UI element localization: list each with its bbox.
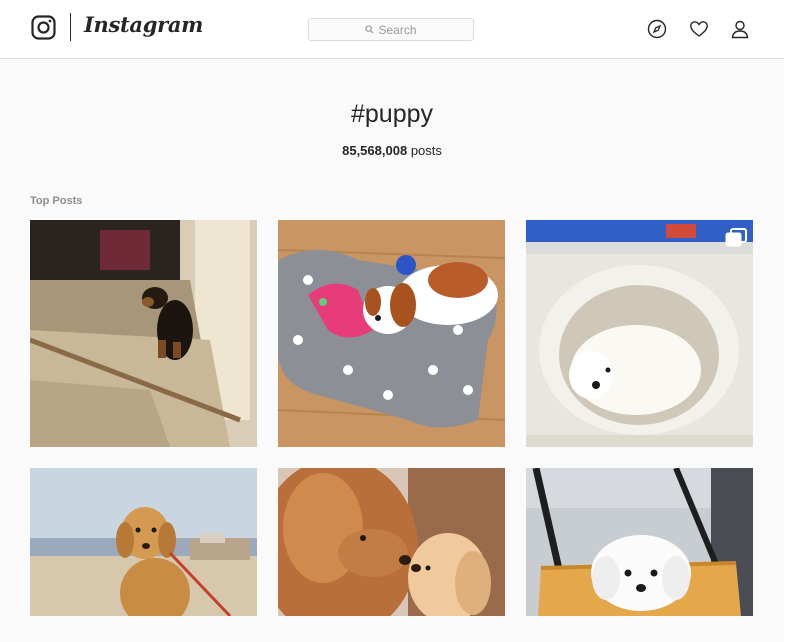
post-thumbnail[interactable] <box>526 468 753 616</box>
top-nav: Instagram Search <box>0 0 784 59</box>
instagram-camera-icon[interactable] <box>31 15 56 40</box>
post-thumbnail[interactable] <box>526 220 753 447</box>
post-thumbnail[interactable] <box>278 468 505 616</box>
window-edge <box>784 0 790 642</box>
post-count-suffix: posts <box>410 143 442 158</box>
post-thumbnail[interactable] <box>278 220 505 447</box>
heart-icon[interactable] <box>689 19 709 39</box>
instagram-wordmark[interactable]: Instagram <box>84 12 203 37</box>
top-posts-label: Top Posts <box>30 195 83 207</box>
multiple-photos-icon <box>725 228 747 247</box>
post-thumbnail[interactable] <box>30 468 257 616</box>
search-placeholder: Search <box>378 22 417 37</box>
user-icon[interactable] <box>730 19 750 39</box>
hashtag-title: #puppy <box>350 100 434 128</box>
post-thumbnail[interactable] <box>30 220 257 447</box>
search-input[interactable]: Search <box>308 18 474 41</box>
post-count-number: 85,568,008 <box>342 143 408 158</box>
post-count: 85,568,008 posts <box>0 143 784 158</box>
compass-icon[interactable] <box>647 19 667 39</box>
logo-divider <box>70 13 71 41</box>
search-icon <box>365 25 374 34</box>
